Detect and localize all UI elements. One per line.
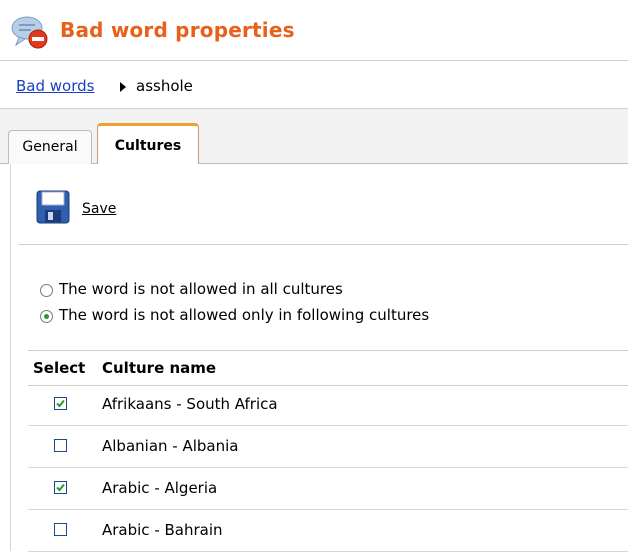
floppy-disk-icon [36,190,70,224]
tab-general[interactable]: General [8,130,92,164]
breadcrumb: Bad words asshole [0,61,628,109]
culture-name: Afrikaans - South Africa [102,395,278,413]
culture-name: Albanian - Albania [102,437,239,455]
radio-all-cultures-label: The word is not allowed in all cultures [59,280,343,298]
radio-following-cultures-button[interactable] [40,310,53,323]
divider [18,244,628,245]
header: Bad word properties [0,0,628,61]
tab-cultures[interactable]: Cultures [97,123,199,164]
table-row: Afrikaans - South Africa [28,384,628,426]
page-title: Bad word properties [60,18,295,42]
radio-following-cultures-label: The word is not allowed only in followin… [59,306,430,324]
save-button-label[interactable]: Save [82,201,116,217]
select-checkbox[interactable] [54,481,67,494]
breadcrumb-current: asshole [136,77,193,95]
bad-word-icon [10,14,50,50]
radio-all-cultures-button[interactable] [40,284,53,297]
breadcrumb-bad-words-link[interactable]: Bad words [16,77,94,95]
culture-name: Arabic - Algeria [102,479,218,497]
select-checkbox[interactable] [54,439,67,452]
cultures-panel: Save The word is not allowed in all cult… [18,164,628,552]
grid-header: Select Culture name [28,350,628,386]
select-checkbox[interactable] [54,397,67,410]
breadcrumb-arrow-icon [120,82,126,92]
column-header-culture-name: Culture name [102,359,217,377]
table-row: Arabic - Bahrain [28,510,628,552]
table-row: Albanian - Albania [28,426,628,468]
select-checkbox[interactable] [54,523,67,536]
column-header-select: Select [33,359,86,377]
table-row: Arabic - Algeria [28,468,628,510]
culture-name: Arabic - Bahrain [102,521,223,539]
tab-strip: General Cultures [0,109,628,164]
content-border [10,164,11,551]
